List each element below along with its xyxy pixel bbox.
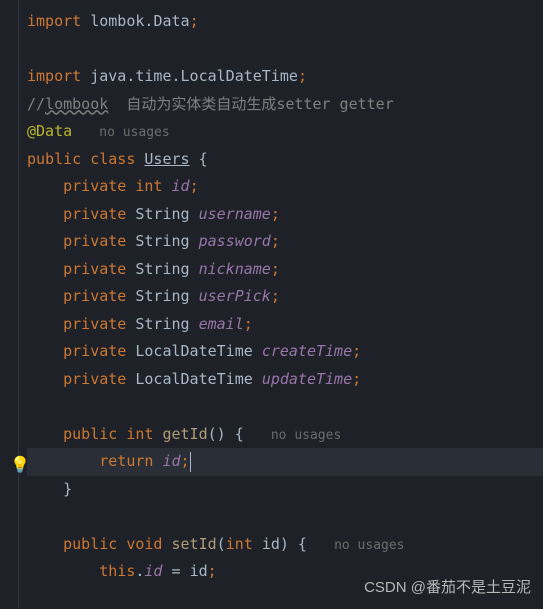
field-updatetime: updateTime (262, 370, 352, 388)
code-line[interactable]: private String userPick; (27, 283, 543, 311)
code-line[interactable]: private LocalDateTime updateTime; (27, 366, 543, 394)
code-line[interactable] (27, 36, 543, 64)
code-line[interactable]: public void setId(int id) { no usages (27, 531, 543, 559)
code-line-current[interactable]: 💡 return id; (27, 448, 543, 476)
text-cursor (190, 452, 191, 472)
code-editor[interactable]: import lombok.Data; import java.time.Loc… (0, 0, 543, 609)
field-email: email (199, 315, 244, 333)
code-line[interactable]: @Data no usages (27, 118, 543, 146)
code-line[interactable]: this.id = id; (27, 558, 543, 586)
code-line[interactable]: private String password; (27, 228, 543, 256)
field-username: username (199, 205, 271, 223)
method-getid: getId (162, 425, 207, 443)
code-line[interactable]: private String username; (27, 201, 543, 229)
usage-hint: no usages (271, 428, 341, 443)
lightbulb-icon[interactable]: 💡 (10, 451, 30, 479)
class-name: Users (144, 150, 189, 168)
code-line[interactable]: private String nickname; (27, 256, 543, 284)
code-line[interactable]: private int id; (27, 173, 543, 201)
code-line[interactable]: } (27, 476, 543, 504)
code-line[interactable] (27, 503, 543, 531)
code-area[interactable]: import lombok.Data; import java.time.Loc… (19, 0, 543, 609)
gutter (0, 0, 19, 609)
code-line[interactable]: private LocalDateTime createTime; (27, 338, 543, 366)
field-createtime: createTime (262, 342, 352, 360)
code-line[interactable]: import lombok.Data; (27, 8, 543, 36)
field-userpick: userPick (199, 287, 271, 305)
code-line[interactable]: private String email; (27, 311, 543, 339)
code-line-comment[interactable]: //lombook 自动为实体类自动生成setter getter (27, 91, 543, 119)
method-setid: setId (172, 535, 217, 553)
comment-link: lombook (45, 95, 108, 113)
field-password: password (199, 232, 271, 250)
annotation-data: @Data (27, 122, 72, 140)
package: lombok (81, 12, 144, 30)
code-line[interactable] (27, 393, 543, 421)
code-line[interactable]: public class Users { (27, 146, 543, 174)
field-nickname: nickname (199, 260, 271, 278)
field-id: id (172, 177, 190, 195)
code-line[interactable]: import java.time.LocalDateTime; (27, 63, 543, 91)
usage-hint: no usages (334, 538, 404, 553)
usage-hint: no usages (99, 125, 169, 140)
code-line[interactable]: public int getId() { no usages (27, 421, 543, 449)
keyword-import: import (27, 12, 81, 30)
